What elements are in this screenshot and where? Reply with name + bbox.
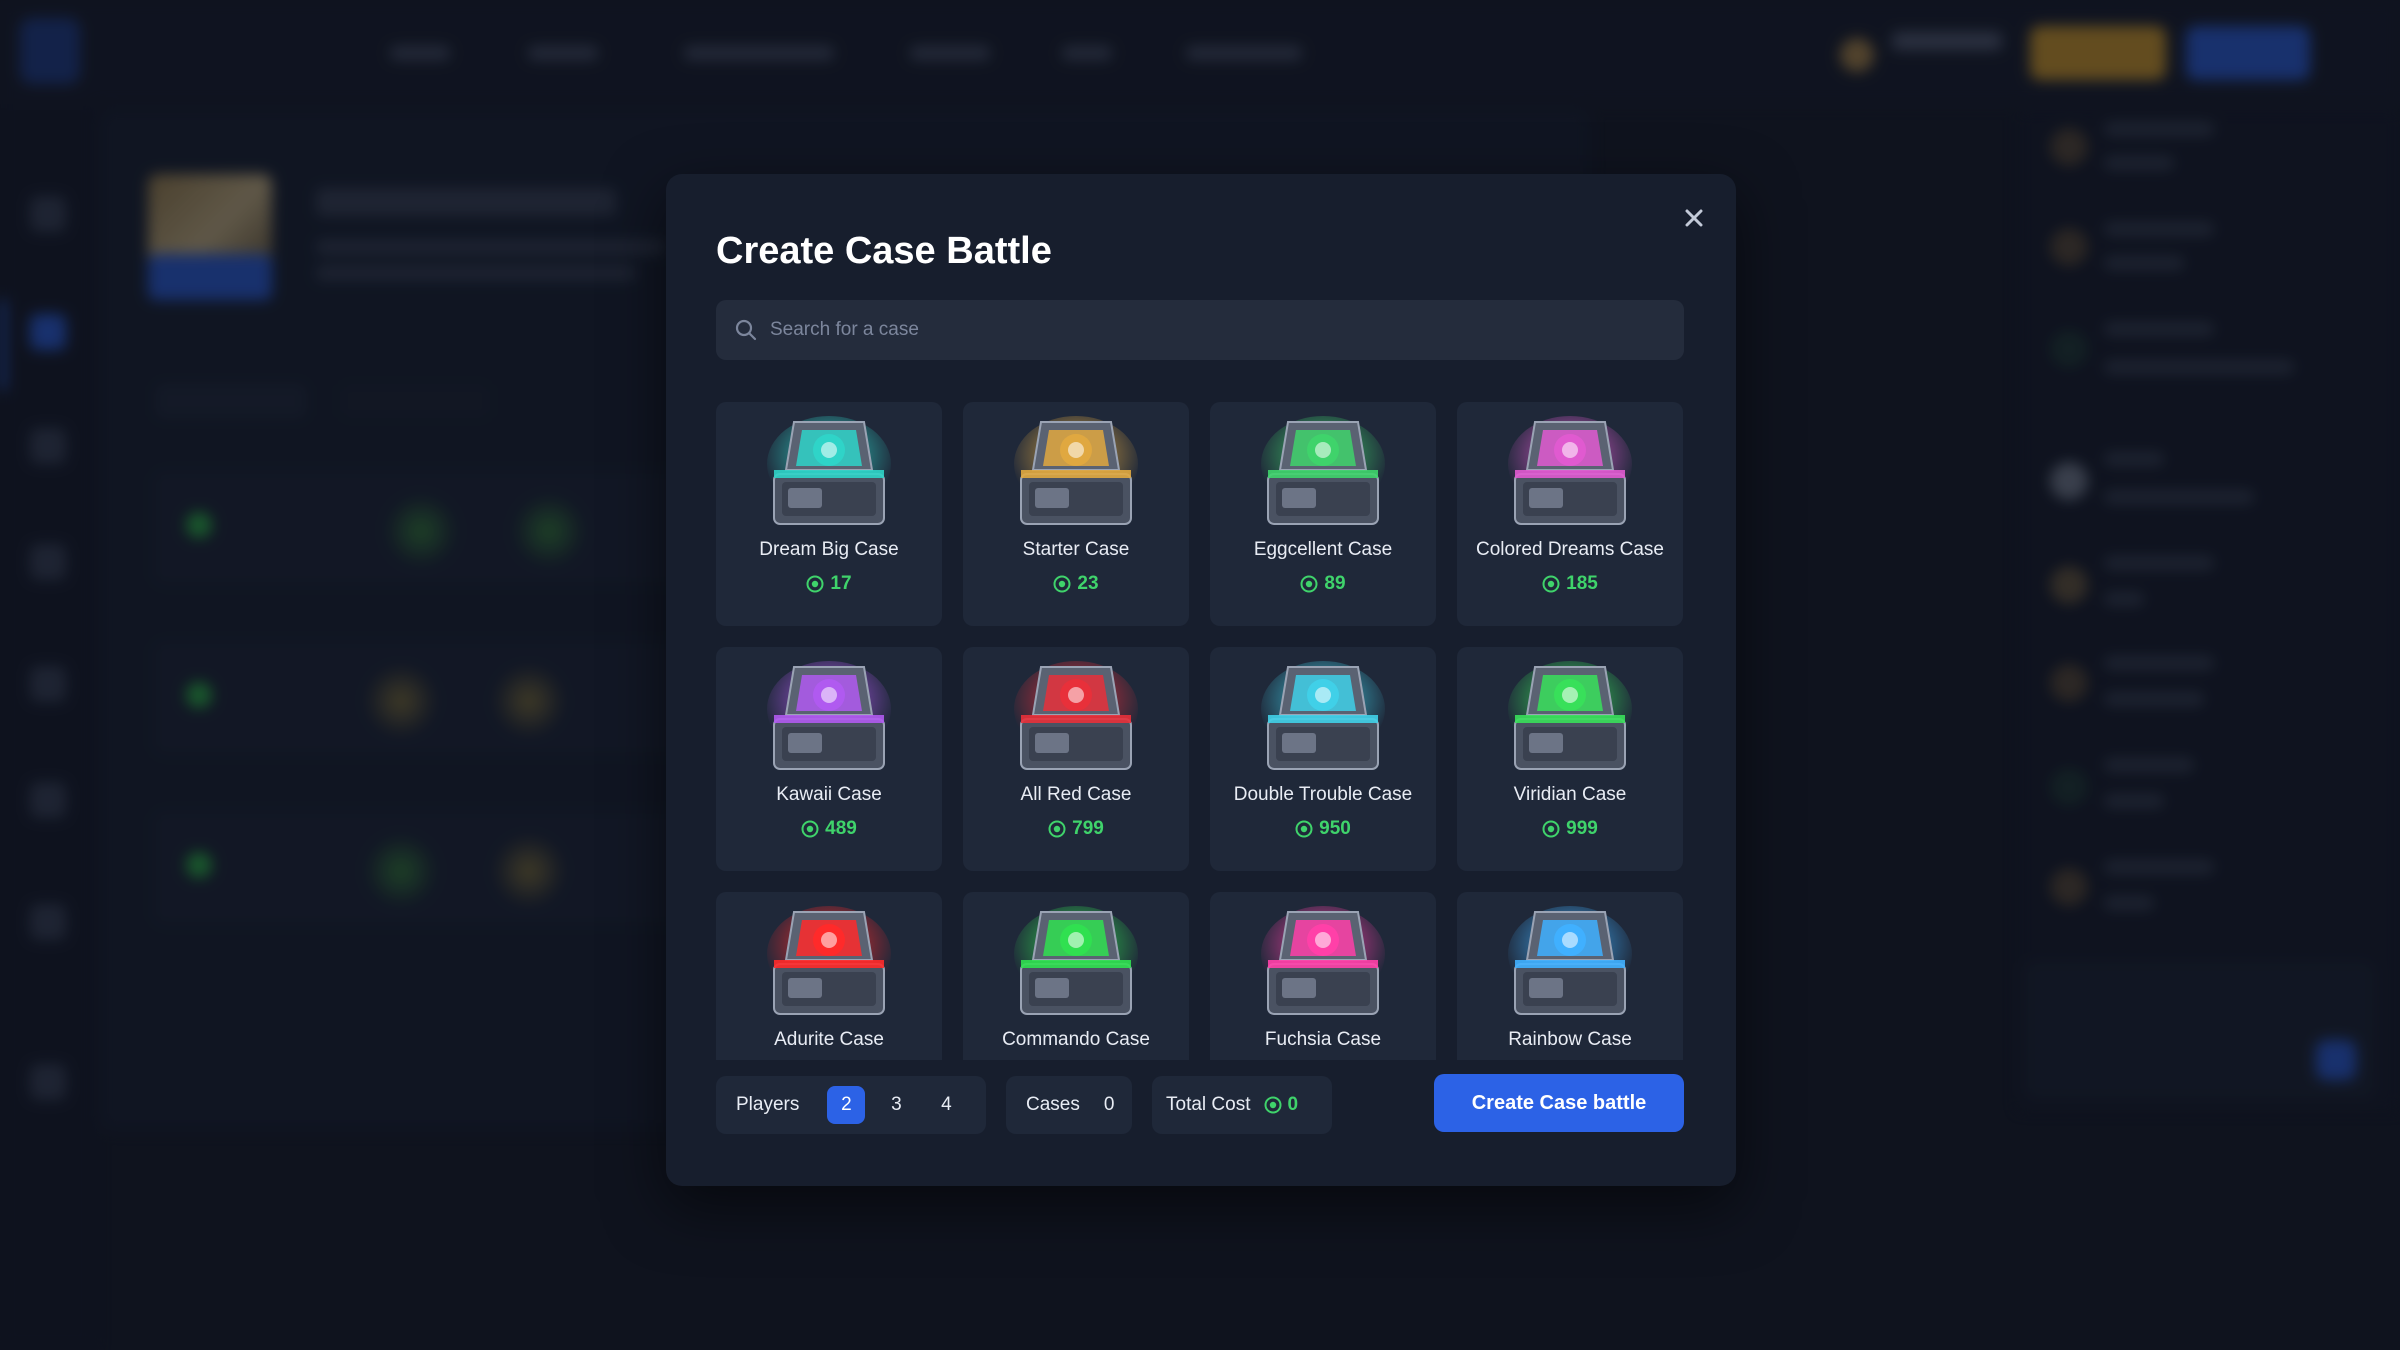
- case-card[interactable]: Colored Dreams Case 185: [1457, 402, 1683, 626]
- coin-icon: [1264, 1096, 1282, 1114]
- case-name: Commando Case: [1002, 1029, 1150, 1050]
- coin-icon: [806, 575, 824, 593]
- coin-icon: [1048, 820, 1066, 838]
- case-price-value: 17: [830, 573, 852, 594]
- case-card[interactable]: Starter Case 23: [963, 402, 1189, 626]
- case-grid: Dream Big Case 17 Starter Case 23 Eggcellent…: [716, 402, 1684, 1060]
- create-case-battle-modal: Create Case Battle Dream Big Case 17 Start…: [666, 174, 1736, 1186]
- close-button[interactable]: [1674, 200, 1714, 240]
- case-chest-icon: [1014, 906, 1138, 1015]
- case-price-value: 185: [1566, 573, 1598, 594]
- case-name: Starter Case: [1022, 539, 1130, 560]
- case-name: Dream Big Case: [759, 539, 899, 560]
- case-price: 489: [716, 818, 942, 840]
- battle-footer: Players 2 3 4 Cases 0 Total Cost 0 Creat…: [716, 1074, 1684, 1134]
- total-cost-label: Total Cost: [1166, 1094, 1251, 1115]
- coin-icon: [1542, 820, 1560, 838]
- case-name: Kawaii Case: [776, 784, 882, 805]
- case-name: Adurite Case: [774, 1029, 884, 1050]
- case-name: Rainbow Case: [1508, 1029, 1632, 1050]
- players-selector: Players 2 3 4: [716, 1076, 986, 1134]
- case-card[interactable]: Commando Case: [963, 892, 1189, 1060]
- case-price-value: 799: [1072, 818, 1104, 839]
- players-option-4[interactable]: 4: [927, 1086, 965, 1124]
- total-cost-amount: 0: [1287, 1094, 1299, 1115]
- case-name: Colored Dreams Case: [1476, 539, 1664, 560]
- case-chest-icon: [1261, 906, 1385, 1015]
- case-price-value: 950: [1319, 818, 1351, 839]
- case-price: 89: [1210, 573, 1436, 595]
- players-option-3[interactable]: 3: [877, 1086, 915, 1124]
- case-card[interactable]: All Red Case 799: [963, 647, 1189, 871]
- coin-icon: [1053, 575, 1071, 593]
- coin-icon: [801, 820, 819, 838]
- case-price: 799: [963, 818, 1189, 840]
- case-price-value: 999: [1566, 818, 1598, 839]
- create-case-battle-button[interactable]: Create Case battle: [1434, 1074, 1684, 1132]
- case-card[interactable]: Adurite Case: [716, 892, 942, 1060]
- search-input[interactable]: [768, 300, 1684, 360]
- case-card[interactable]: Viridian Case 999: [1457, 647, 1683, 871]
- case-chest-icon: [1261, 661, 1385, 770]
- search-bar: [716, 300, 1684, 360]
- players-option-2[interactable]: 2: [827, 1086, 866, 1124]
- case-price: 950: [1210, 818, 1436, 840]
- case-price-value: 23: [1077, 573, 1099, 594]
- case-chest-icon: [767, 416, 891, 525]
- case-chest-icon: [1508, 416, 1632, 525]
- case-price-value: 489: [825, 818, 857, 839]
- coin-icon: [1300, 575, 1318, 593]
- cases-count: Cases 0: [1006, 1076, 1132, 1134]
- case-name: Viridian Case: [1513, 784, 1627, 805]
- case-card[interactable]: Fuchsia Case: [1210, 892, 1436, 1060]
- case-chest-icon: [1014, 661, 1138, 770]
- case-name: Fuchsia Case: [1264, 1029, 1382, 1050]
- case-chest-icon: [1508, 661, 1632, 770]
- case-price: 23: [963, 573, 1189, 595]
- case-card[interactable]: Double Trouble Case 950: [1210, 647, 1436, 871]
- case-price: 17: [716, 573, 942, 595]
- case-chest-icon: [1261, 416, 1385, 525]
- players-label: Players: [736, 1094, 800, 1115]
- close-icon: [1685, 209, 1703, 232]
- search-icon: [728, 312, 764, 348]
- case-price-value: 89: [1324, 573, 1346, 594]
- case-chest-icon: [767, 906, 891, 1015]
- cases-label: Cases: [1026, 1094, 1080, 1115]
- case-price: 999: [1457, 818, 1683, 840]
- case-card[interactable]: Dream Big Case 17: [716, 402, 942, 626]
- case-name: All Red Case: [1020, 784, 1132, 805]
- case-card[interactable]: Eggcellent Case 89: [1210, 402, 1436, 626]
- coin-icon: [1542, 575, 1560, 593]
- case-chest-icon: [767, 661, 891, 770]
- case-card[interactable]: Kawaii Case 489: [716, 647, 942, 871]
- case-card[interactable]: Rainbow Case: [1457, 892, 1683, 1060]
- total-cost-value: 0: [1264, 1094, 1298, 1116]
- case-chest-icon: [1508, 906, 1632, 1015]
- case-chest-icon: [1014, 416, 1138, 525]
- coin-icon: [1295, 820, 1313, 838]
- total-cost: Total Cost 0: [1152, 1076, 1332, 1134]
- case-price: 185: [1457, 573, 1683, 595]
- modal-title: Create Case Battle: [716, 230, 1052, 272]
- case-name: Double Trouble Case: [1233, 784, 1413, 805]
- cases-value: 0: [1103, 1094, 1115, 1115]
- case-name: Eggcellent Case: [1253, 539, 1393, 560]
